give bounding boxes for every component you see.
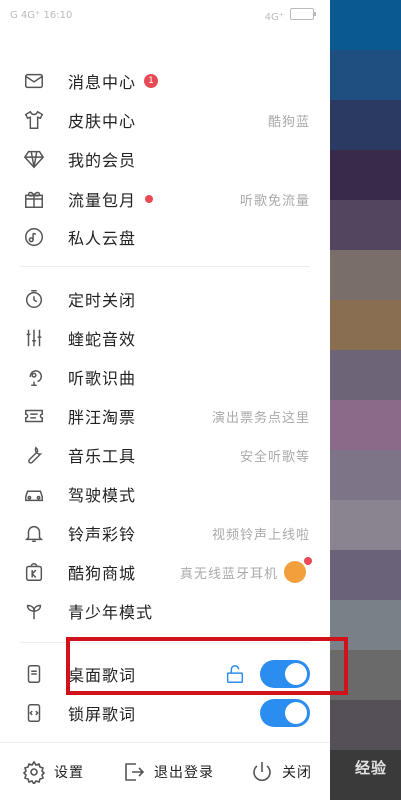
status-right: 4G⁺ [264, 7, 320, 23]
highlight-annotation [66, 637, 348, 695]
menu-label: 锁屏歌词 [68, 705, 137, 724]
status-right-text: 4G⁺ [264, 11, 284, 23]
logout-button[interactable]: 退出登录 [122, 760, 214, 784]
menu-hint: 真无线蓝牙耳机 [179, 566, 278, 582]
watermark: 经验 [354, 759, 387, 777]
menu-item-teen-mode[interactable]: 青少年模式 [0, 592, 330, 630]
menu-item-lockscreen-lyrics: 锁屏歌词 [0, 694, 330, 732]
settings-button[interactable]: 设置 [22, 760, 84, 784]
menu-label: 音乐工具 [68, 447, 137, 466]
background-block [329, 250, 401, 300]
menu-label: 青少年模式 [68, 603, 154, 622]
menu-label: 听歌识曲 [68, 369, 137, 388]
background-block [329, 300, 401, 350]
sprout-icon [22, 599, 46, 623]
clock-icon [22, 287, 46, 311]
menu-item-membership[interactable]: 我的会员 [0, 140, 330, 178]
tshirt-icon [22, 108, 46, 132]
close-label: 关闭 [282, 765, 312, 781]
lockscreen-lyrics-toggle[interactable] [260, 699, 310, 727]
menu-hint: 酷狗蓝 [267, 114, 310, 130]
background-block [329, 450, 401, 500]
menu-item-tickets[interactable]: 胖汪淘票 演出票务点这里 [0, 397, 330, 435]
menu-label: 定时关闭 [68, 291, 137, 310]
gear-icon [22, 760, 46, 784]
menu-item-sound-effects[interactable]: 蝰蛇音效 [0, 319, 330, 357]
power-icon [253, 762, 271, 781]
menu-label: 私人云盘 [68, 229, 137, 248]
gift-icon [22, 187, 46, 211]
message-count-badge: 1 [144, 74, 158, 88]
bottom-bar: 设置 退出登录 关闭 [0, 742, 330, 801]
menu-item-driving-mode[interactable]: 驾驶模式 [0, 475, 330, 513]
diamond-icon [22, 147, 46, 171]
menu-label: 我的会员 [68, 151, 137, 170]
background-block [329, 50, 401, 100]
mail-icon [22, 69, 46, 93]
menu-item-cloud-drive[interactable]: 私人云盘 [0, 218, 330, 256]
menu-item-data-plan[interactable]: 流量包月 听歌免流量 [0, 180, 330, 218]
product-thumbnail [284, 561, 306, 583]
menu-label: 皮肤中心 [68, 112, 137, 131]
menu-label: 胖汪淘票 [68, 408, 137, 427]
menu-item-messages[interactable]: 消息中心 1 [0, 62, 330, 100]
menu-label: 消息中心 [68, 73, 137, 92]
new-dot [145, 195, 153, 203]
status-bar: G 4G⁺ 16:10 4G⁺ [0, 0, 330, 30]
ticket-icon [22, 404, 46, 428]
new-dot [304, 557, 312, 565]
logout-label: 退出登录 [154, 765, 214, 781]
equalizer-icon [22, 326, 46, 350]
menu-item-store[interactable]: 酷狗商城 真无线蓝牙耳机 [0, 553, 330, 591]
background-block [329, 150, 401, 200]
battery-icon [290, 7, 316, 20]
wrench-icon [22, 443, 46, 467]
background-block [329, 550, 401, 600]
menu-label: 流量包月 [68, 191, 137, 210]
divider [20, 266, 310, 267]
menu-label: 酷狗商城 [68, 564, 137, 583]
bell-icon [22, 521, 46, 545]
settings-label: 设置 [54, 765, 84, 781]
background-block [329, 100, 401, 150]
store-bag-icon [22, 560, 46, 584]
background-block [329, 700, 401, 750]
microphone-icon [22, 365, 46, 389]
menu-item-ringtones[interactable]: 铃声彩铃 视频铃声上线啦 [0, 514, 330, 552]
logout-icon [125, 763, 145, 781]
menu-hint: 听歌免流量 [239, 193, 310, 209]
menu-item-skin[interactable]: 皮肤中心 酷狗蓝 [0, 101, 330, 139]
background-block [329, 500, 401, 550]
menu-hint: 演出票务点这里 [211, 410, 310, 426]
background-block [329, 400, 401, 450]
menu-label: 蝰蛇音效 [68, 330, 137, 349]
menu-hint: 视频铃声上线啦 [211, 527, 310, 543]
close-app-button[interactable]: 关闭 [250, 760, 312, 784]
status-left-text: G 4G⁺ 16:10 [10, 9, 73, 21]
status-left: G 4G⁺ 16:10 [10, 10, 78, 21]
menu-label: 铃声彩铃 [68, 525, 137, 544]
phone-code-icon [22, 701, 46, 725]
menu-hint: 安全听歌等 [239, 449, 310, 465]
cloud-music-icon [22, 225, 46, 249]
background-block [329, 0, 401, 50]
menu-item-song-recognition[interactable]: 听歌识曲 [0, 358, 330, 396]
background-block [329, 200, 401, 250]
car-icon [22, 482, 46, 506]
menu-item-sleep-timer[interactable]: 定时关闭 [0, 280, 330, 318]
menu-item-music-tools[interactable]: 音乐工具 安全听歌等 [0, 436, 330, 474]
menu-label: 驾驶模式 [68, 486, 137, 505]
phone-lyrics-icon [22, 662, 46, 686]
background-block [329, 350, 401, 400]
